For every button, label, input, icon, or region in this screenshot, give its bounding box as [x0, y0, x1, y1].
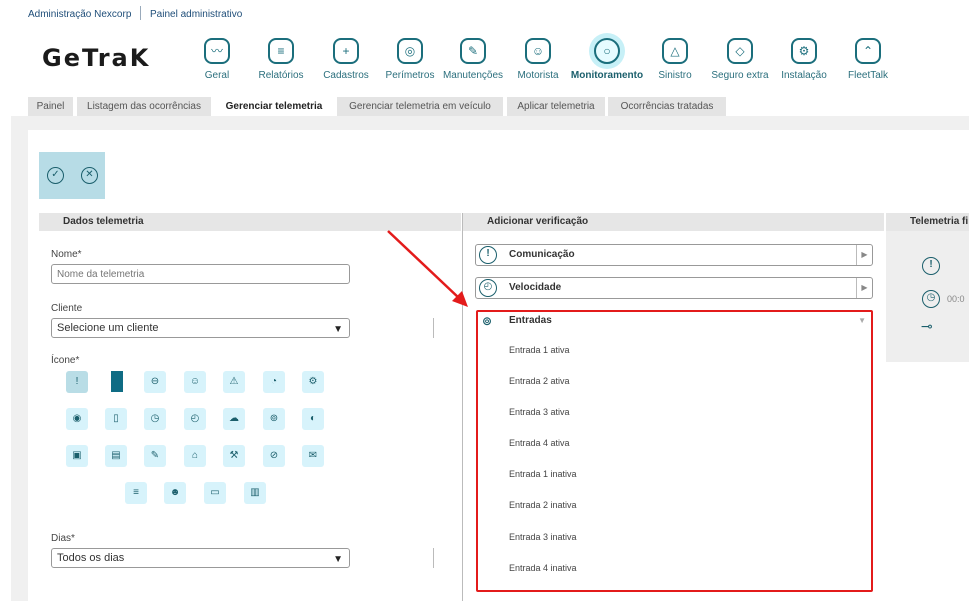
pen-icon[interactable]: ✎	[144, 445, 166, 467]
shield-icon: ◇	[727, 38, 753, 64]
field-divider	[433, 548, 434, 568]
nav-geral[interactable]: 〰 Geral	[195, 38, 239, 93]
wrench-icon: ✎	[460, 38, 486, 64]
client-select[interactable]: Selecione um cliente ▼	[51, 318, 350, 338]
days-label: Dias*	[51, 533, 75, 544]
nav-instalacao[interactable]: ⚙ Instalação	[777, 38, 831, 93]
list-item[interactable]: Entrada 2 ativa	[509, 376, 570, 386]
monitor-icon: ○	[594, 38, 620, 64]
card-icon[interactable]: ▣	[66, 445, 88, 467]
tab-aplicar-telemetria[interactable]: Aplicar telemetria	[507, 97, 605, 116]
field-divider	[433, 318, 434, 338]
tab-gerenciar-telemetria-veiculo[interactable]: Gerenciar telemetria em veículo	[337, 97, 503, 116]
list-item[interactable]: Entrada 1 ativa	[509, 345, 570, 355]
fleettalk-icon: ⌃	[855, 38, 881, 64]
clock-icon[interactable]: ◷	[144, 408, 166, 430]
time-value: 00:0	[947, 294, 965, 304]
check-icon[interactable]: ✓	[47, 167, 64, 184]
speed-icon[interactable]: ◴	[184, 408, 206, 430]
report-icon: ≡	[268, 38, 294, 64]
breadcrumb-divider	[140, 6, 141, 20]
alarm-icon: △	[662, 38, 688, 64]
tool-icon[interactable]: ⚒	[223, 445, 245, 467]
nav-sinistro[interactable]: △ Sinistro	[652, 38, 698, 93]
nav-cadastros[interactable]: + Cadastros	[319, 38, 373, 93]
name-input[interactable]	[51, 264, 350, 284]
device-icon[interactable]: ▤	[105, 445, 127, 467]
accordion-entradas[interactable]: ⊚ Entradas ▼	[480, 312, 870, 330]
list-item[interactable]: Entrada 4 ativa	[509, 438, 570, 448]
clip-icon[interactable]: ⊘	[263, 445, 285, 467]
chevron-right-icon: ▶	[856, 278, 872, 298]
gauge-icon[interactable]: ◔	[263, 371, 285, 393]
getrak-logo[interactable]: GeTraK	[42, 44, 150, 72]
settings-icon[interactable]: ⚙	[302, 371, 324, 393]
signal-icon[interactable]: ⊚	[263, 408, 285, 430]
telemetria-final-header: Telemetria fi	[886, 213, 969, 231]
warning-icon[interactable]: ⚠	[223, 371, 245, 393]
chart-icon: 〰	[204, 38, 230, 64]
tab-ocorrencias-tratadas[interactable]: Ocorrências tratadas	[608, 97, 726, 116]
name-label: Nome*	[51, 249, 82, 260]
list-item[interactable]: Entrada 2 inativa	[509, 500, 577, 510]
nav-seguro-extra[interactable]: ◇ Seguro extra	[708, 38, 772, 93]
home-icon[interactable]: ⌂	[184, 445, 206, 467]
screen-icon[interactable]: ▭	[204, 482, 226, 504]
speedometer-icon: ◴	[479, 279, 497, 297]
key-icon: ⊸	[921, 318, 933, 334]
chat-icon[interactable]: ◐	[302, 408, 324, 430]
folder-add-icon: +	[333, 38, 359, 64]
nav-monitoramento[interactable]: ○ Monitoramento	[568, 38, 646, 93]
alert-icon[interactable]: !	[66, 371, 88, 393]
close-icon[interactable]: ✕	[81, 167, 98, 184]
list-icon[interactable]: ≡	[125, 482, 147, 504]
accordion-comunicacao[interactable]: ! Comunicação ▶	[475, 244, 873, 266]
install-icon: ⚙	[791, 38, 817, 64]
cloud-icon[interactable]: ☁	[223, 408, 245, 430]
eye-icon[interactable]: ◉	[66, 408, 88, 430]
adicionar-verificacao-header: Adicionar verificação	[463, 213, 884, 231]
list-item[interactable]: Entrada 3 ativa	[509, 407, 570, 417]
face-icon[interactable]: ☺	[184, 371, 206, 393]
top-breadcrumb: Administração Nexcorp Painel administrat…	[0, 0, 969, 30]
accordion-velocidade[interactable]: ◴ Velocidade ▶	[475, 277, 873, 299]
list-item[interactable]: Entrada 1 inativa	[509, 469, 577, 479]
clock-icon: ◷	[922, 290, 940, 308]
chevron-down-icon: ▼	[333, 324, 343, 335]
chevron-right-icon: ▶	[856, 245, 872, 265]
signal-icon: ⊚	[482, 314, 493, 328]
tab-gerenciar-telemetria[interactable]: Gerenciar telemetria	[215, 97, 333, 116]
battery-icon[interactable]: ▯	[105, 408, 127, 430]
block-icon[interactable]	[111, 371, 123, 392]
mail-icon[interactable]: ✉	[302, 445, 324, 467]
list-item[interactable]: Entrada 4 inativa	[509, 563, 577, 573]
admin-panel-link[interactable]: Painel administrativo	[150, 9, 242, 20]
nav-fleettalk[interactable]: ⌃ FleetTalk	[842, 38, 894, 93]
user-icon[interactable]: ☻	[164, 482, 186, 504]
nav-motorista[interactable]: ☺ Motorista	[512, 38, 564, 93]
red-arrow-annotation	[387, 230, 468, 307]
chevron-down-icon: ▼	[858, 316, 866, 325]
org-link[interactable]: Administração Nexcorp	[28, 9, 131, 20]
lock-icon[interactable]: ⊖	[144, 371, 166, 393]
tab-painel[interactable]: Painel	[28, 97, 73, 116]
tab-listagem-ocorrencias[interactable]: Listagem das ocorrências	[77, 97, 211, 116]
alert-icon: !	[922, 257, 940, 275]
client-label: Cliente	[51, 303, 83, 314]
nav-manutencoes[interactable]: ✎ Manutenções	[440, 38, 506, 93]
nav-perimetros[interactable]: ◎ Perímetros	[382, 38, 438, 93]
chevron-down-icon: ▼	[333, 554, 343, 565]
icon-label: Ícone*	[51, 355, 80, 366]
perimeter-icon: ◎	[397, 38, 423, 64]
driver-icon: ☺	[525, 38, 551, 64]
nav-relatorios[interactable]: ≡ Relatórios	[253, 38, 309, 93]
alert-icon: !	[479, 246, 497, 264]
doc-icon[interactable]: ▥	[244, 482, 266, 504]
days-select[interactable]: Todos os dias ▼	[51, 548, 350, 568]
list-item[interactable]: Entrada 3 inativa	[509, 532, 577, 542]
